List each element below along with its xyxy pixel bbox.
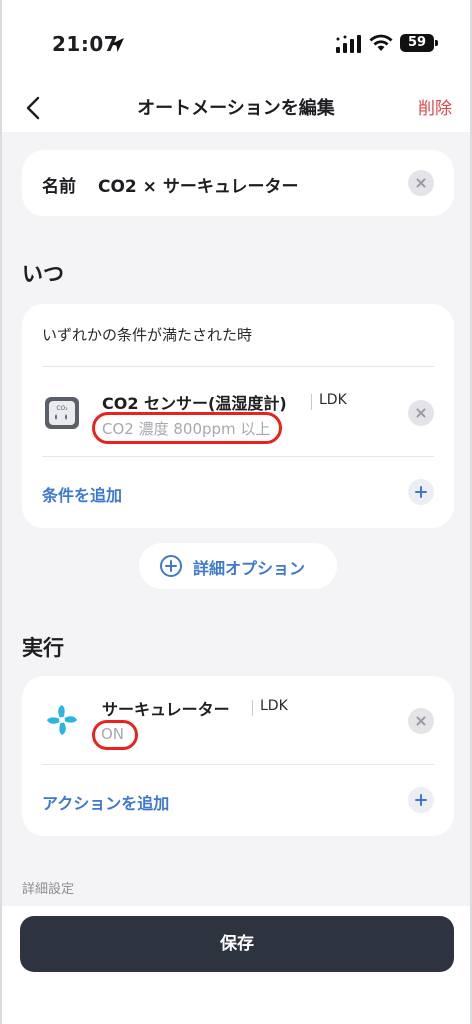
plus-circle-icon [160,555,182,577]
add-action-link[interactable]: アクションを追加 [42,790,169,814]
remove-action-button[interactable] [408,708,434,734]
svg-text:CO₂: CO₂ [56,405,68,412]
when-section-title: いつ [22,262,64,286]
add-condition-button[interactable] [408,479,434,505]
circulator-fan-icon [47,705,77,735]
add-condition-link[interactable]: 条件を追加 [42,482,122,506]
action-detail: ON [101,725,125,743]
page-title: オートメーションを編集 [137,98,335,119]
condition-title: CO2 センサー(温湿度計) [102,394,287,413]
name-label: 名前 [42,177,76,197]
divider [42,366,434,367]
delete-button[interactable]: 削除 [418,94,452,119]
when-card: いずれかの条件が満たされた時 CO₂ CO2 センサー(温湿度計) LDK CO… [22,304,454,528]
save-button[interactable]: 保存 [20,916,454,972]
action-room: LDK [252,698,288,716]
action-title: サーキュレーター [102,700,230,719]
status-bar: 21:07 59 [2,0,470,88]
name-card[interactable]: 名前 CO2 × サーキュレーター [22,150,454,216]
divider [42,764,434,765]
nav-bar: オートメーションを編集 削除 [2,88,470,132]
condition-mode-caption[interactable]: いずれかの条件が満たされた時 [42,324,252,345]
detail-settings-label: 詳細設定 [22,882,75,897]
execute-section-title: 実行 [22,636,64,660]
signal-icon [336,35,361,53]
battery-icon: 59 [400,34,438,52]
add-action-button[interactable] [408,787,434,813]
remove-condition-button[interactable] [408,400,434,426]
wifi-icon [369,34,393,51]
bottom-bar: 保存 [2,906,470,1024]
co2-sensor-icon: CO₂ [45,397,79,429]
clear-name-button[interactable] [408,170,434,196]
advanced-options-button[interactable]: 詳細オプション [139,543,337,589]
condition-detail: CO2 濃度 800ppm 以上 [102,420,271,438]
screen: 21:07 59 オートメーションを編集 削除 名前 CO2 × サーキュレータ… [0,0,472,1024]
advanced-options-label: 詳細オプション [193,559,306,578]
name-field[interactable]: CO2 × サーキュレーター [98,172,299,197]
execute-card: サーキュレーター LDK ON アクションを追加 [22,676,454,836]
location-arrow-icon [110,38,124,52]
condition-room: LDK [311,392,347,410]
divider [42,456,434,457]
